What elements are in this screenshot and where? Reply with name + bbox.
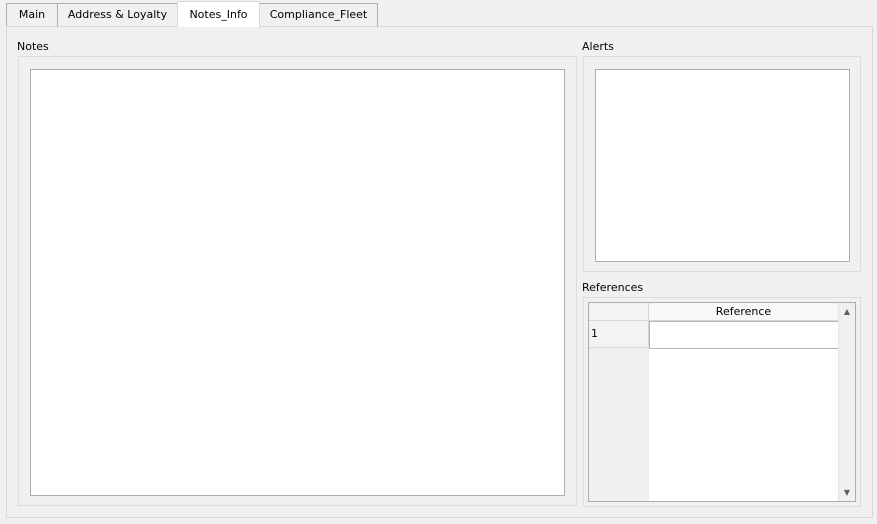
alerts-textbox[interactable] <box>595 69 850 262</box>
reference-column-header[interactable]: Reference <box>649 303 839 321</box>
alerts-group <box>583 56 861 272</box>
tab-compliance-fleet-label: Compliance_Fleet <box>269 8 368 21</box>
tab-notes-info[interactable]: Notes_Info <box>177 1 260 27</box>
vertical-scrollbar[interactable]: ▲ ▼ <box>838 303 855 501</box>
row-header[interactable]: 1 <box>589 321 649 348</box>
scroll-down-arrow-icon[interactable]: ▼ <box>839 484 855 501</box>
tab-page-notes-info: Notes Alerts References Reference 1 ▲ ▼ <box>6 26 873 518</box>
tab-compliance-fleet[interactable]: Compliance_Fleet <box>259 3 378 26</box>
references-group: Reference 1 ▲ ▼ <box>583 297 861 507</box>
notes-textbox[interactable] <box>30 69 565 496</box>
alerts-group-label: Alerts <box>582 40 614 53</box>
reference-cell[interactable] <box>649 321 839 349</box>
tab-main[interactable]: Main <box>6 3 58 26</box>
scroll-up-arrow-icon[interactable]: ▲ <box>839 303 855 320</box>
tab-notes-info-label: Notes_Info <box>189 8 248 21</box>
references-group-label: References <box>582 281 644 294</box>
notes-group <box>18 56 577 506</box>
grid-corner-header[interactable] <box>589 303 649 321</box>
tab-address-loyalty[interactable]: Address & Loyalty <box>57 3 178 26</box>
tab-main-label: Main <box>18 8 46 21</box>
tab-bar: Main Address & Loyalty Notes_Info Compli… <box>0 0 877 27</box>
tab-address-loyalty-label: Address & Loyalty <box>67 8 168 21</box>
references-grid[interactable]: Reference 1 ▲ ▼ <box>588 302 856 502</box>
notes-group-label: Notes <box>17 40 49 53</box>
